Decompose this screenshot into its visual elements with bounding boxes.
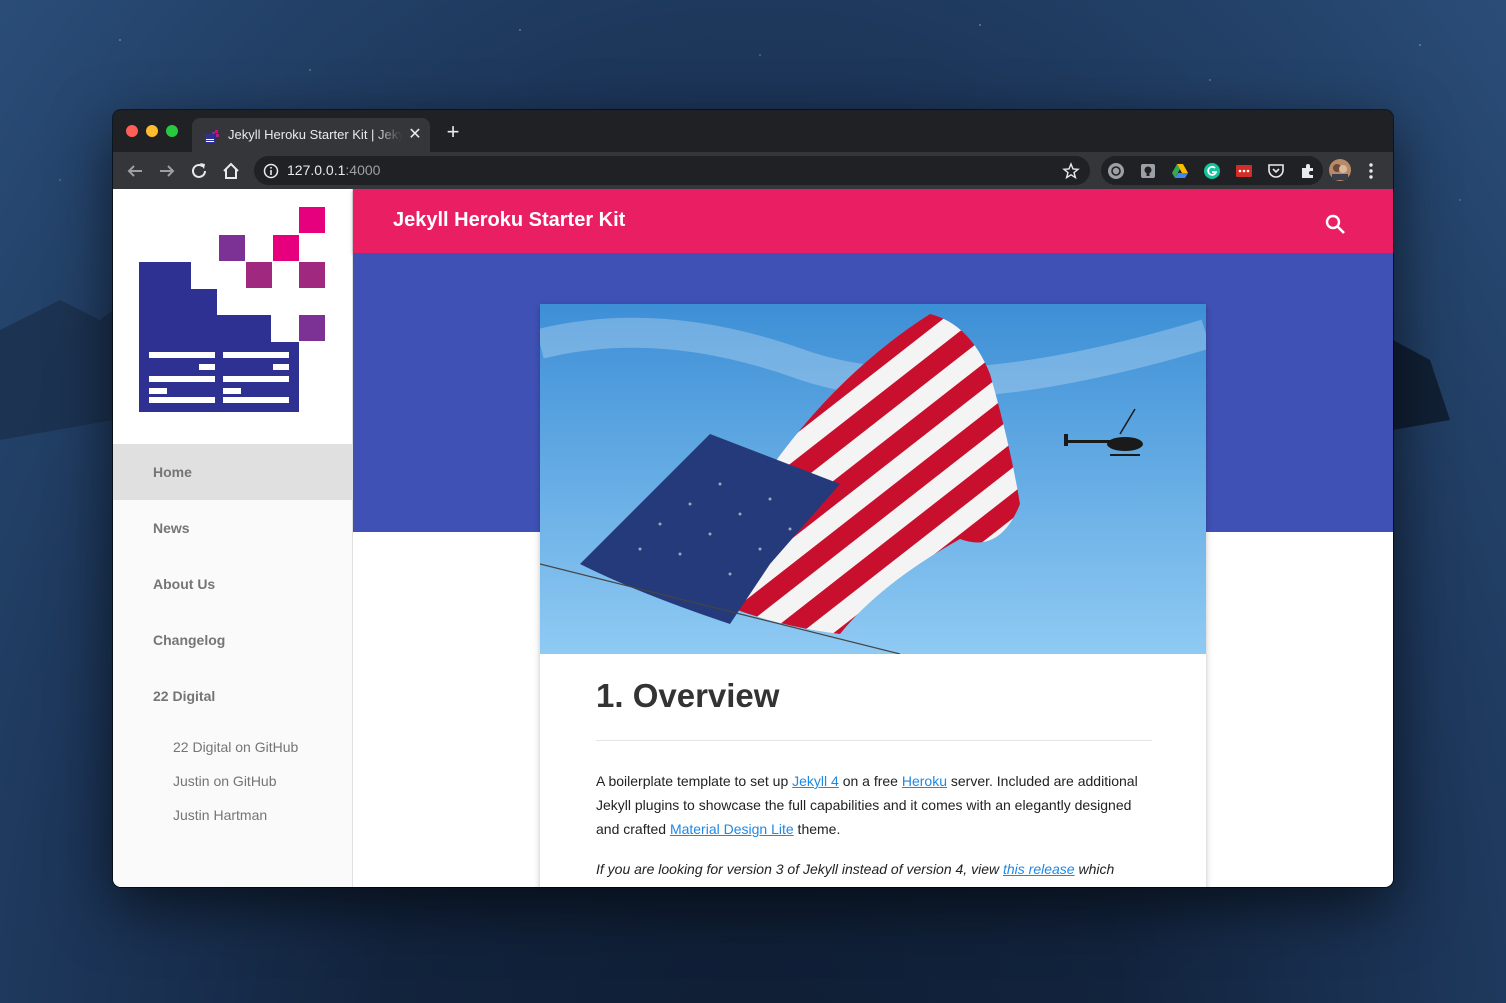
sidebar-item-22-digital[interactable]: 22 Digital: [113, 668, 352, 724]
sidebar-subitem-justin-github[interactable]: Justin on GitHub: [113, 764, 352, 798]
close-window-button[interactable]: [126, 125, 138, 137]
url-host: 127.0.0.1: [287, 162, 346, 178]
jekyll-4-link[interactable]: Jekyll 4: [792, 773, 839, 789]
tab-title: Jekyll Heroku Starter Kit | Jekyll Herok…: [228, 127, 402, 142]
grammarly-icon[interactable]: [1203, 162, 1221, 180]
back-arrow-icon[interactable]: [124, 160, 146, 182]
this-release-link[interactable]: this release: [1003, 861, 1075, 877]
heroku-link[interactable]: Heroku: [902, 773, 947, 789]
app-header: Jekyll Heroku Starter Kit: [353, 189, 1393, 253]
search-icon[interactable]: [1324, 213, 1346, 235]
intro-text-b: on a free: [838, 773, 902, 789]
flag-photo: [540, 304, 1206, 654]
sidebar-item-changelog[interactable]: Changelog: [113, 612, 352, 668]
url-port: :4000: [345, 162, 381, 178]
address-bar[interactable]: 127.0.0.1:4000: [254, 156, 1090, 185]
title-divider: [596, 740, 1152, 741]
new-tab-button[interactable]: +: [443, 121, 463, 143]
sidebar-item-about-us[interactable]: About Us: [113, 556, 352, 612]
sidebar-subitem-justin-hartman[interactable]: Justin Hartman: [113, 798, 352, 832]
sidebar-item-news[interactable]: News: [113, 500, 352, 556]
profile-avatar[interactable]: [1328, 158, 1352, 182]
minimize-window-button[interactable]: [146, 125, 158, 137]
sidebar-item-home[interactable]: Home: [113, 444, 352, 500]
lastpass-icon[interactable]: [1235, 162, 1253, 180]
home-icon[interactable]: [220, 160, 242, 182]
extensions-puzzle-icon[interactable]: [1299, 162, 1317, 180]
power-extension-icon[interactable]: [1107, 162, 1125, 180]
web-page: Home News About Us Changelog 22 Digital …: [113, 189, 1393, 887]
reload-icon[interactable]: [188, 160, 210, 182]
version-note-paragraph: If you are looking for version 3 of Jeky…: [596, 857, 1152, 887]
intro-paragraph: A boilerplate template to set up Jekyll …: [596, 769, 1152, 841]
intro-text-a: A boilerplate template to set up: [596, 773, 793, 789]
lightbulb-extension-icon[interactable]: [1139, 162, 1157, 180]
url-text: 127.0.0.1:4000: [287, 162, 380, 178]
pocket-icon[interactable]: [1267, 162, 1285, 180]
article-card: 1. Overview A boilerplate template to se…: [540, 304, 1206, 887]
tab-close-icon[interactable]: ✕: [406, 126, 424, 144]
site-logo[interactable]: [139, 207, 327, 412]
tab-strip: Jekyll Heroku Starter Kit | Jekyll Herok…: [113, 110, 1393, 152]
article-body: 1. Overview A boilerplate template to se…: [596, 654, 1152, 887]
browser-window: Jekyll Heroku Starter Kit | Jekyll Herok…: [113, 110, 1393, 887]
site-favicon-icon: [205, 130, 219, 143]
material-design-lite-link[interactable]: Material Design Lite: [670, 821, 794, 837]
sidebar-subitem-22-digital-github[interactable]: 22 Digital on GitHub: [113, 730, 352, 764]
note-text-a: If you are looking for version 3 of Jeky…: [596, 861, 1003, 877]
extensions-bar: [1101, 156, 1323, 185]
browser-tab[interactable]: Jekyll Heroku Starter Kit | Jekyll Herok…: [192, 118, 430, 152]
zoom-window-button[interactable]: [166, 125, 178, 137]
article-title: 1. Overview: [596, 677, 780, 714]
logo-area: [113, 189, 352, 444]
browser-toolbar: 127.0.0.1:4000: [113, 152, 1393, 189]
header-title[interactable]: Jekyll Heroku Starter Kit: [393, 209, 625, 232]
forward-arrow-icon[interactable]: [156, 160, 178, 182]
browser-menu-icon[interactable]: [1363, 160, 1379, 182]
bookmark-star-icon[interactable]: [1062, 162, 1080, 180]
flag-hero-image: [540, 304, 1206, 654]
google-drive-icon[interactable]: [1171, 162, 1189, 180]
sidebar-drawer: Home News About Us Changelog 22 Digital …: [113, 189, 353, 887]
site-info-icon[interactable]: [263, 163, 279, 179]
intro-text-d: theme.: [793, 821, 841, 837]
sidebar-nav: Home News About Us Changelog 22 Digital …: [113, 444, 352, 832]
